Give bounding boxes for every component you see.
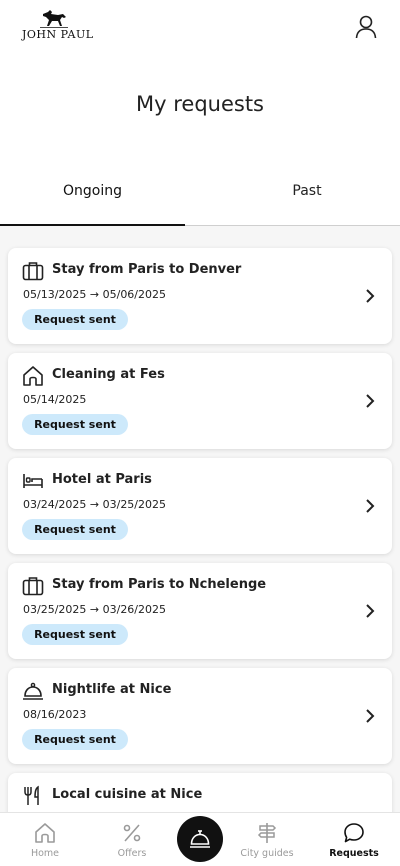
request-dates: 03/25/2025 → 03/26/2025 [23,603,167,616]
account-button[interactable] [354,14,378,40]
request-title: Stay from Paris to Denver [52,262,242,277]
request-card[interactable]: Local cuisine at Nice [8,773,392,812]
request-dates: 05/13/2025 → 05/06/2025 [23,288,167,301]
request-tabs: Ongoing Past [0,170,400,226]
percent-icon [123,824,141,842]
page-title: My requests [136,92,264,116]
home-icon [35,823,55,843]
request-title: Cleaning at Fes [52,367,165,382]
bed-icon [23,474,43,488]
request-card[interactable]: Hotel at Paris 03/24/2025 → 03/25/2025 R… [8,458,392,554]
concierge-bell-icon [190,830,210,848]
request-card[interactable]: Nightlife at Nice 08/16/2023 Request sen… [8,668,392,764]
fork-knife-icon [24,785,39,805]
status-badge: Request sent [22,624,128,645]
nav-home-label: Home [30,848,60,859]
request-title: Stay from Paris to Nchelenge [52,577,267,592]
chevron-right-icon [366,709,375,723]
nav-city-guides-label: City guides [240,848,294,859]
brand-logo[interactable]: JOHN PAUL [22,8,93,44]
tab-ongoing[interactable]: Ongoing [0,170,185,226]
request-dates: 03/24/2025 → 03/25/2025 [23,498,167,511]
request-dates: 08/16/2023 [23,708,87,721]
request-card[interactable]: Stay from Paris to Denver 05/13/2025 → 0… [8,248,392,344]
chevron-right-icon [366,394,375,408]
request-card[interactable]: Stay from Paris to Nchelenge 03/25/2025 … [8,563,392,659]
status-badge: Request sent [22,309,128,330]
nav-requests[interactable]: Requests [314,813,394,866]
nav-home[interactable]: Home [5,813,85,866]
request-title: Hotel at Paris [52,472,152,487]
concierge-bell-button[interactable] [177,816,223,862]
house-icon [23,366,43,386]
status-badge: Request sent [22,519,128,540]
suitcase-icon [22,262,44,281]
greyhound-logo-icon [40,10,68,28]
cloche-icon [23,682,43,700]
nav-requests-label: Requests [329,848,379,859]
status-badge: Request sent [22,414,128,435]
logo-text: JOHN PAUL [22,28,94,41]
chevron-right-icon [366,499,375,513]
request-list[interactable]: Stay from Paris to Denver 05/13/2025 → 0… [0,226,400,812]
chevron-right-icon [366,289,375,303]
request-title: Nightlife at Nice [52,682,172,697]
nav-offers[interactable]: Offers [92,813,172,866]
status-badge: Request sent [22,729,128,750]
nav-city-guides[interactable]: City guides [227,813,307,866]
suitcase-icon [22,577,44,596]
top-bar: JOHN PAUL [0,0,400,60]
request-title: Local cuisine at Nice [52,787,203,802]
request-card[interactable]: Cleaning at Fes 05/14/2025 Request sent [8,353,392,449]
request-dates: 05/14/2025 [23,393,87,406]
signpost-icon [257,823,277,843]
tab-past[interactable]: Past [214,170,400,226]
user-icon [355,15,377,39]
chevron-right-icon [366,604,375,618]
chat-bubble-icon [344,823,364,843]
nav-offers-label: Offers [117,848,147,859]
